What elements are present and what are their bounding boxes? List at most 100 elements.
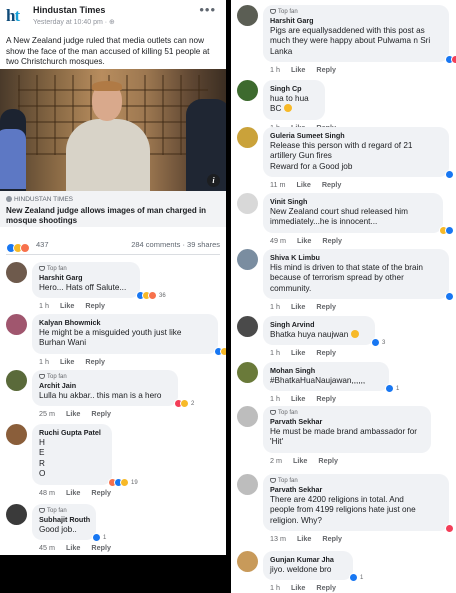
avatar[interactable]	[237, 362, 258, 383]
commenter-name[interactable]: Parvath Sekhar	[270, 417, 423, 426]
comment-reactions[interactable]: 3	[371, 338, 385, 347]
comment-time[interactable]: 1 h	[270, 302, 280, 311]
comment-time[interactable]: 48 m	[39, 488, 55, 497]
avatar[interactable]	[6, 424, 27, 445]
comment-actions: 1 h Like Reply	[270, 65, 347, 74]
comment-time[interactable]: 45 m	[39, 543, 55, 552]
reply-button[interactable]: Reply	[318, 456, 338, 465]
hindustan-times-logo[interactable]: ht	[6, 5, 28, 27]
commenter-name[interactable]: Guleria Sumeet Singh	[270, 131, 441, 140]
reply-button[interactable]: Reply	[316, 65, 336, 74]
avatar[interactable]	[237, 551, 258, 572]
post-timestamp[interactable]: Yesterday at 10:40 pm · ⊕	[33, 18, 115, 26]
reply-button[interactable]: Reply	[85, 357, 105, 366]
commenter-name[interactable]: Harshit Garg	[270, 16, 441, 25]
comment-reactions[interactable]: 1	[385, 384, 399, 393]
like-button[interactable]: Like	[297, 236, 311, 245]
commenter-name[interactable]: Singh Cp	[270, 84, 317, 93]
comment-reactions[interactable]: 2	[445, 292, 456, 301]
avatar[interactable]	[237, 249, 258, 270]
like-reaction-icon	[445, 292, 454, 301]
like-button[interactable]: Like	[291, 394, 305, 403]
reply-button[interactable]: Reply	[322, 236, 342, 245]
like-button[interactable]: Like	[291, 348, 305, 357]
commenter-name[interactable]: Mohan Singh	[270, 366, 381, 375]
like-button[interactable]: Like	[66, 543, 80, 552]
comment-time[interactable]: 13 m	[270, 534, 286, 543]
like-button[interactable]: Like	[297, 534, 311, 543]
reply-button[interactable]: Reply	[91, 488, 111, 497]
avatar[interactable]	[237, 127, 258, 148]
news-photo[interactable]: i	[0, 69, 226, 191]
comment-reactions[interactable]: 1	[445, 524, 456, 533]
info-icon[interactable]: i	[207, 174, 220, 187]
reply-button[interactable]: Reply	[316, 302, 336, 311]
comment-time[interactable]: 1 h	[270, 583, 280, 592]
like-button[interactable]: Like	[66, 488, 80, 497]
avatar[interactable]	[6, 314, 27, 335]
avatar[interactable]	[237, 5, 258, 26]
comment-reactions[interactable]: 5	[445, 55, 456, 64]
avatar[interactable]	[237, 193, 258, 214]
haha-reaction-icon	[180, 399, 189, 408]
link-preview[interactable]: HINDUSTAN TIMES New Zealand judge allows…	[0, 191, 226, 227]
comment-time[interactable]: 2 m	[270, 456, 282, 465]
more-options-icon[interactable]: •••	[199, 2, 216, 17]
avatar[interactable]	[6, 370, 27, 391]
like-button[interactable]: Like	[291, 302, 305, 311]
comment-time[interactable]: 1 h	[270, 65, 280, 74]
avatar[interactable]	[6, 504, 27, 525]
avatar[interactable]	[237, 406, 258, 427]
comment-reactions[interactable]: 1	[349, 573, 363, 582]
reply-button[interactable]: Reply	[322, 180, 342, 189]
commenter-name[interactable]: Kalyan Bhowmick	[39, 318, 210, 327]
like-button[interactable]: Like	[60, 357, 74, 366]
comment-reactions[interactable]: 3	[439, 226, 456, 235]
reply-button[interactable]: Reply	[91, 543, 111, 552]
like-button[interactable]: Like	[291, 65, 305, 74]
comment-time[interactable]: 11 m	[270, 180, 285, 189]
comments-shares-count[interactable]: 284 comments · 39 shares	[131, 240, 220, 249]
reply-button[interactable]: Reply	[322, 534, 342, 543]
reply-button[interactable]: Reply	[85, 301, 105, 310]
commenter-name[interactable]: Archit Jain	[39, 381, 170, 390]
page-name[interactable]: Hindustan Times	[33, 5, 105, 15]
commenter-name[interactable]: Ruchi Gupta Patel	[39, 428, 104, 437]
like-button[interactable]: Like	[293, 456, 307, 465]
commenter-name[interactable]: Gunjan Kumar Jha	[270, 555, 345, 564]
like-reaction-icon	[445, 170, 454, 179]
comment-time[interactable]: 1 h	[270, 348, 280, 357]
like-button[interactable]: Like	[291, 583, 305, 592]
reply-button[interactable]: Reply	[316, 348, 336, 357]
comment-time[interactable]: 25 m	[39, 409, 55, 418]
reply-button[interactable]: Reply	[316, 583, 336, 592]
avatar[interactable]	[6, 262, 27, 283]
commenter-name[interactable]: Subhajit Routh	[39, 515, 90, 524]
like-button[interactable]: Like	[66, 409, 80, 418]
commenter-name[interactable]: Vinit Singh	[270, 197, 435, 206]
comment-time[interactable]: 1 h	[270, 394, 280, 403]
comment-time[interactable]: 49 m	[270, 236, 286, 245]
comment-reactions[interactable]: 5	[214, 347, 226, 356]
commenter-name[interactable]: Shiva K Limbu	[270, 253, 441, 262]
comment-reactions[interactable]: 19	[108, 478, 138, 487]
comment-reactions[interactable]: 36	[136, 291, 166, 300]
commenter-name[interactable]: Parvath Sekhar	[270, 485, 441, 494]
like-button[interactable]: Like	[60, 301, 74, 310]
commenter-name[interactable]: Singh Arvind	[270, 320, 367, 329]
reply-button[interactable]: Reply	[91, 409, 111, 418]
reaction-count[interactable]: 437	[36, 240, 49, 249]
commenter-name[interactable]: Harshit Garg	[39, 273, 132, 282]
like-button[interactable]: Like	[296, 180, 310, 189]
top-fan-icon	[39, 374, 45, 379]
avatar[interactable]	[237, 474, 258, 495]
comment-text-content: His mind is driven to that state of the …	[270, 263, 423, 293]
comment-reactions[interactable]: 1	[445, 170, 456, 179]
comment-reactions[interactable]: 2	[174, 399, 194, 408]
avatar[interactable]	[237, 80, 258, 101]
comment-reactions[interactable]: 1	[92, 533, 106, 542]
comment-time[interactable]: 1 h	[39, 357, 49, 366]
comment-time[interactable]: 1 h	[39, 301, 49, 310]
reply-button[interactable]: Reply	[316, 394, 336, 403]
avatar[interactable]	[237, 316, 258, 337]
